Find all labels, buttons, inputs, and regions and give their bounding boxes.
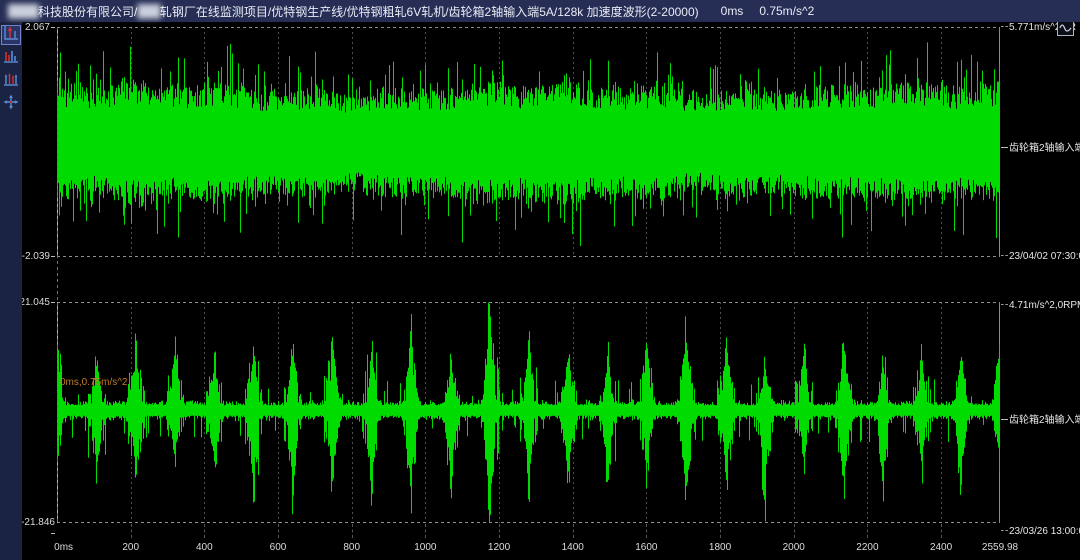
x-tick-label: 1800 [709, 542, 731, 553]
x-tick-mark [941, 524, 942, 538]
x-tick-mark [794, 524, 795, 538]
x-tick-mark [646, 524, 647, 538]
waveform-cursor-icon [3, 25, 19, 46]
x-tick-mark [867, 524, 868, 538]
x-tick-mark [720, 524, 721, 538]
x-axis: 0ms 200 400 600 800 1000 1200 1400 1600 1800 2000 2… [0, 524, 1080, 560]
pan-tool-button[interactable] [1, 94, 21, 114]
x-tick-label: 2400 [930, 542, 952, 553]
cursor-time-readout: 0ms [721, 4, 744, 18]
channel-label-bottom-chart: 齿轮箱2轴输入端5A [1001, 411, 1080, 426]
x-tick-label: 2200 [856, 542, 878, 553]
waveform-view-button[interactable] [1057, 21, 1074, 36]
vibration-monitor-window: ████科技股份有限公司/███轧钢厂在线监测项目/优特钢生产线/优特钢粗轧6V… [0, 0, 1080, 560]
x-tick-label: 1400 [562, 542, 584, 553]
x-tick-label: 800 [343, 542, 360, 553]
y-min-label-top-chart: -2.039 [18, 251, 55, 262]
timestamp-top-chart: 23/04/02 07:30:00 [1001, 251, 1080, 262]
x-tick-label: 1600 [635, 542, 657, 553]
x-tick-mark [278, 524, 279, 538]
breadcrumb-company: 科技股份有限公司/ [38, 3, 137, 20]
y-max-label-top-chart: 2.067 [18, 22, 55, 33]
waveform-chart-top[interactable] [57, 27, 1000, 257]
x-tick-mark [499, 524, 500, 538]
x-tick-label: 1000 [414, 542, 436, 553]
x-tick-label: 2000 [783, 542, 805, 553]
breadcrumb-path: 轧钢厂在线监测项目/优特钢生产线/优特钢粗轧6V轧机/齿轮箱2轴输入端5A/12… [160, 3, 699, 20]
peak-readout-bottom-chart: 4.71m/s^2,0RPM [1001, 300, 1080, 311]
x-tick-mark [573, 524, 574, 538]
cursor-annotation: 0ms,0.75m/s^2 [60, 377, 128, 388]
spectrum-arrows-icon [3, 71, 19, 92]
x-tick-label: 2559.98 [982, 542, 1018, 553]
y-max-label-bottom-chart: 21.045 [18, 297, 55, 308]
redacted-company-name: ████ [8, 4, 38, 18]
waveform-chart-bottom[interactable] [57, 302, 1000, 523]
x-tick-label: 200 [122, 542, 139, 553]
channel-label-top-chart: 齿轮箱2轴输入端5A [1001, 139, 1080, 154]
x-tick-mark [425, 524, 426, 538]
x-tick-label: 400 [196, 542, 213, 553]
cursor-amplitude-readout: 0.75m/s^2 [759, 4, 814, 18]
x-tick-label: 600 [270, 542, 287, 553]
time-cursor-line[interactable] [57, 27, 58, 523]
sine-wave-icon [1059, 20, 1072, 38]
x-tick-mark [204, 524, 205, 538]
x-tick-mark [131, 524, 132, 538]
title-bar: ████科技股份有限公司/███轧钢厂在线监测项目/优特钢生产线/优特钢粗轧6V… [0, 0, 1080, 22]
x-tick-mark [352, 524, 353, 538]
x-tick-label: 1200 [488, 542, 510, 553]
move-arrows-icon [3, 94, 19, 115]
spectrum-tool-button[interactable] [1, 48, 21, 68]
redacted-site-name: ███ [137, 4, 160, 18]
x-tick-label: 0ms [54, 542, 73, 553]
spectrum-bars-icon [3, 48, 19, 69]
multi-spectrum-tool-button[interactable] [1, 71, 21, 91]
waveform-tool-button[interactable] [1, 25, 21, 45]
tool-sidebar [0, 22, 22, 560]
